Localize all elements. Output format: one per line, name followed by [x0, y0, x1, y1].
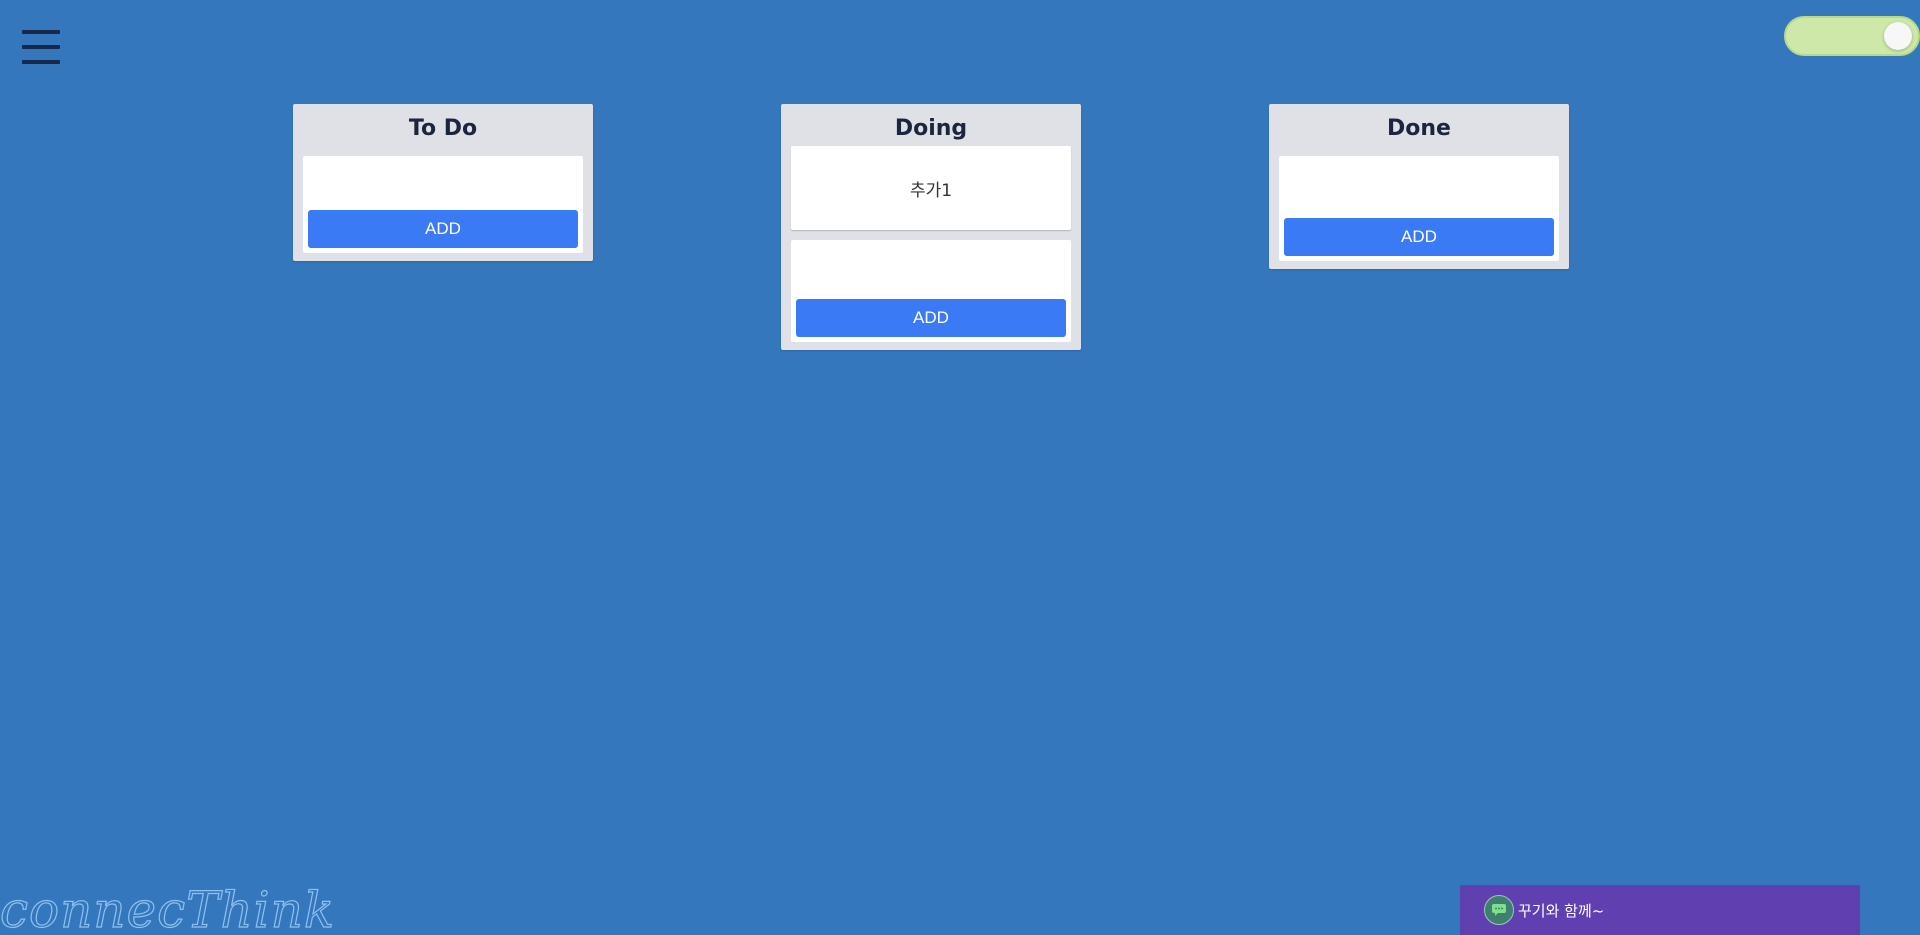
board-title: Doing	[894, 116, 968, 141]
hamburger-menu-icon[interactable]	[22, 30, 60, 64]
add-card-form: ADD	[303, 156, 583, 253]
chat-widget-bar[interactable]: 꾸기와 함께~	[1460, 885, 1860, 935]
card-input[interactable]	[796, 240, 1066, 299]
chat-bubble-icon	[1484, 895, 1514, 925]
card-item[interactable]: 추가1	[791, 146, 1071, 230]
board-todo: To Do ADD	[293, 104, 593, 261]
logo: connecThink	[0, 880, 336, 935]
card-input[interactable]	[1284, 156, 1554, 218]
add-button[interactable]: ADD	[1284, 218, 1554, 256]
board-doing: Doing 추가1 ADD	[781, 104, 1081, 350]
add-button[interactable]: ADD	[308, 210, 578, 248]
add-button[interactable]: ADD	[796, 299, 1066, 337]
board-done: Done ADD	[1269, 104, 1569, 269]
toggle-knob	[1884, 22, 1912, 50]
board-title: To Do	[408, 116, 478, 141]
card-input[interactable]	[308, 156, 578, 210]
add-card-form: ADD	[791, 240, 1071, 342]
add-card-form: ADD	[1279, 156, 1559, 261]
chat-label: 꾸기와 함께~	[1518, 901, 1605, 920]
board-title: Done	[1387, 116, 1451, 141]
theme-toggle[interactable]	[1784, 16, 1920, 56]
